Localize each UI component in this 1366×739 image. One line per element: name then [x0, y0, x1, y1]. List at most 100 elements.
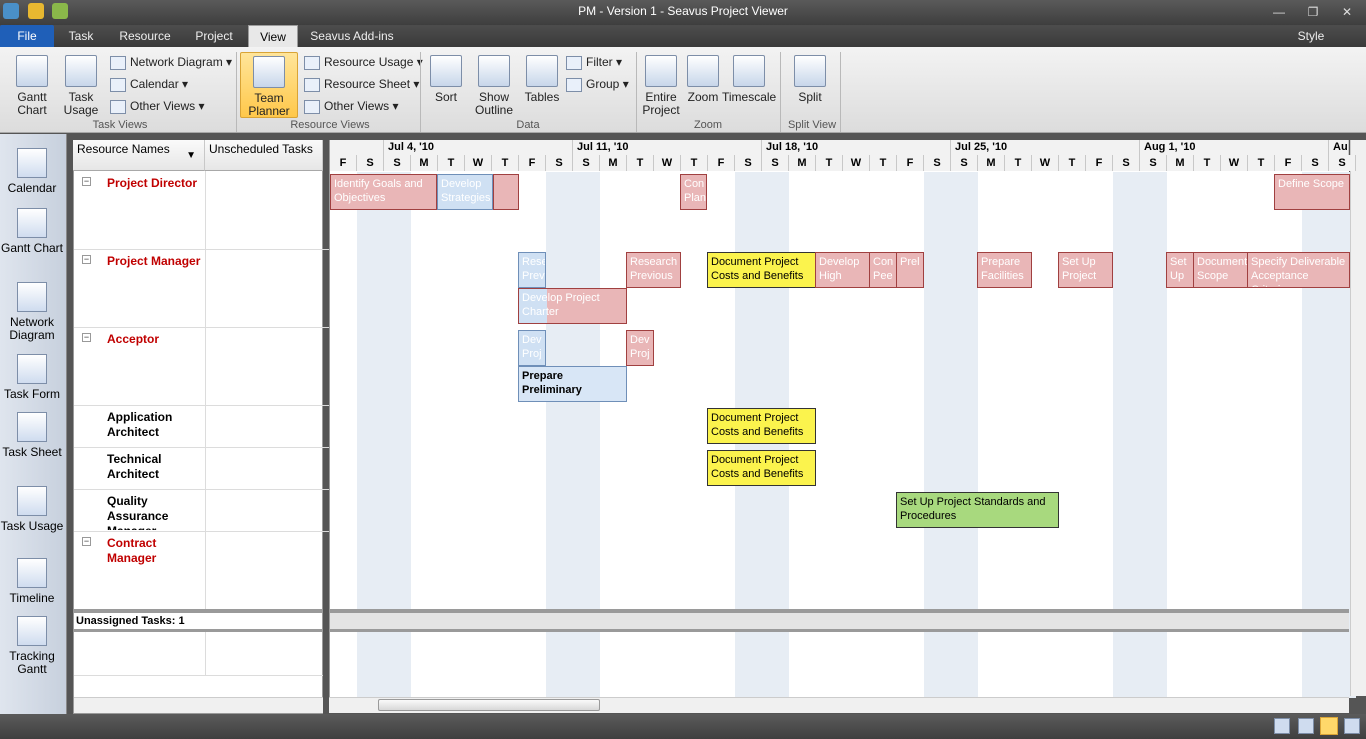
task-usage-icon — [65, 55, 97, 87]
tables-button[interactable]: Tables — [522, 55, 562, 104]
timescale-button[interactable]: Timescale — [722, 55, 776, 104]
zoom-button[interactable]: Zoom — [684, 55, 722, 104]
task-bar[interactable]: Set Up Project Standards and Procedures — [896, 492, 1059, 528]
viewbar-timeline[interactable]: Timeline — [0, 558, 64, 605]
viewbar-task-usage[interactable]: Task Usage — [0, 486, 64, 533]
tab-project[interactable]: Project — [184, 25, 244, 47]
task-bar[interactable]: Define Scope — [1274, 174, 1350, 210]
task-usage-button[interactable]: Task Usage — [58, 55, 104, 117]
resource-application-architect[interactable]: Application Architect — [107, 410, 197, 440]
resource-contract-manager[interactable]: Contract Manager — [107, 536, 203, 566]
entire-project-button[interactable]: Entire Project — [640, 55, 682, 117]
team-planner-button[interactable]: Team Planner — [240, 52, 298, 118]
splitter[interactable] — [74, 609, 323, 613]
day-header: T — [492, 155, 519, 171]
close-icon[interactable]: ✕ — [1336, 3, 1358, 21]
resource-project-manager[interactable]: Project Manager — [107, 254, 203, 269]
resource-sheet-icon — [304, 77, 320, 92]
task-bar[interactable]: Dev Proj — [626, 330, 654, 366]
collapse-icon[interactable]: − — [82, 177, 91, 186]
viewbar-task-sheet[interactable]: Task Sheet — [0, 412, 64, 459]
tab-file[interactable]: File — [0, 25, 54, 47]
task-bar[interactable]: Set Up — [1166, 252, 1194, 288]
day-header: S — [573, 155, 600, 171]
collapse-icon[interactable]: − — [82, 255, 91, 264]
sort-button[interactable]: Sort — [426, 55, 466, 104]
group-label-resource-views: Resource Views — [290, 119, 370, 131]
calendar-button[interactable]: Calendar ▾ — [110, 75, 188, 93]
window-title: PM - Version 1 - Seavus Project Viewer — [578, 4, 788, 18]
task-bar[interactable]: Prel — [896, 252, 924, 288]
task-bar[interactable]: Identify Goals and Objectives — [330, 174, 437, 210]
task-bar[interactable]: Con Pee — [869, 252, 897, 288]
task-bar[interactable]: Document Project Costs and Benefits — [707, 408, 816, 444]
col-header-unscheduled[interactable]: Unscheduled Tasks — [205, 140, 323, 171]
task-bar[interactable]: Prepare Facilities — [977, 252, 1032, 288]
gantt-vscrollbar[interactable] — [1350, 140, 1366, 696]
splitter[interactable] — [74, 629, 323, 632]
day-header: F — [1086, 155, 1113, 171]
viewbar-calendar[interactable]: Calendar — [0, 148, 64, 195]
tab-task[interactable]: Task — [56, 25, 106, 47]
other-resource-views-button[interactable]: Other Views ▾ — [304, 97, 399, 115]
viewbar-gantt-chart[interactable]: Gantt Chart — [0, 208, 64, 255]
task-usage-shortcut-icon[interactable] — [1298, 718, 1314, 734]
minimize-icon[interactable]: — — [1268, 3, 1290, 21]
calendar-icon — [110, 77, 126, 92]
viewbar-label: Network Diagram — [9, 315, 55, 342]
viewbar-network-diagram[interactable]: Network Diagram — [0, 282, 64, 342]
task-bar[interactable]: Set Up Project — [1058, 252, 1113, 288]
day-header: F — [708, 155, 735, 171]
splitter[interactable] — [330, 629, 1349, 632]
task-bar[interactable]: Document Scope — [1193, 252, 1248, 288]
tab-view[interactable]: View — [248, 25, 298, 47]
show-outline-button[interactable]: Show Outline — [466, 55, 522, 117]
sheet-hscrollbar[interactable] — [74, 697, 323, 713]
task-bar[interactable] — [493, 174, 519, 210]
gantt-chart-button[interactable]: Gantt Chart — [8, 55, 56, 117]
col-header-resource-names[interactable]: Resource Names ▼ — [73, 140, 205, 171]
resource-qa-manager[interactable]: Quality Assurance Manager — [107, 494, 197, 530]
viewbar-task-form[interactable]: Task Form — [0, 354, 64, 401]
task-bar[interactable]: Research Previous — [626, 252, 681, 288]
zoom-label: Zoom — [687, 90, 719, 104]
restore-icon[interactable]: ❐ — [1302, 3, 1324, 21]
gantt-view-shortcut-icon[interactable] — [1274, 718, 1290, 734]
group-icon — [566, 77, 582, 92]
resource-technical-architect[interactable]: Technical Architect — [107, 452, 197, 482]
task-bar[interactable]: Document Project Costs and Benefits — [707, 450, 816, 486]
task-bar[interactable]: Prepare Preliminary — [518, 366, 627, 402]
resource-sheet-shortcut-icon[interactable] — [1344, 718, 1360, 734]
style-menu[interactable]: Style — [1296, 25, 1326, 47]
filter-icon — [566, 55, 582, 70]
task-bar[interactable]: Con Plan — [680, 174, 707, 210]
resource-acceptor[interactable]: Acceptor — [107, 332, 203, 347]
other-task-views-button[interactable]: Other Views ▾ — [110, 97, 205, 115]
split-button[interactable]: Split — [790, 55, 830, 104]
tab-seavus-addins[interactable]: Seavus Add-ins — [302, 25, 402, 47]
task-bar[interactable]: Rese Prev — [518, 252, 546, 288]
day-header: T — [438, 155, 465, 171]
task-bar[interactable]: Develop High — [815, 252, 870, 288]
task-bar[interactable]: Develop Project Charter — [518, 288, 627, 324]
other-views-icon — [110, 99, 126, 114]
group-dropdown[interactable]: Group ▾ — [566, 75, 629, 93]
tab-resource[interactable]: Resource — [110, 25, 180, 47]
split-label: Split — [798, 90, 822, 104]
network-diagram-button[interactable]: Network Diagram ▾ — [110, 53, 232, 71]
resource-sheet-button[interactable]: Resource Sheet ▾ — [304, 75, 419, 93]
resource-project-director[interactable]: Project Director — [107, 176, 203, 191]
resource-usage-button[interactable]: Resource Usage ▾ — [304, 53, 423, 71]
task-bar[interactable]: Specify Deliverable Acceptance Criteria — [1247, 252, 1350, 288]
task-bar[interactable]: Develop Strategies — [437, 174, 493, 210]
filter-dropdown[interactable]: Filter ▾ — [566, 53, 622, 71]
viewbar-tracking-gantt[interactable]: Tracking Gantt — [0, 616, 64, 676]
team-planner-shortcut-icon[interactable] — [1320, 717, 1338, 735]
hscroll-thumb[interactable] — [378, 699, 600, 711]
collapse-icon[interactable]: − — [82, 537, 91, 546]
day-header: S — [384, 155, 411, 171]
collapse-icon[interactable]: − — [82, 333, 91, 342]
task-bar[interactable]: Document Project Costs and Benefits — [707, 252, 816, 288]
status-bar — [0, 714, 1366, 739]
task-bar[interactable]: Dev Proj — [518, 330, 546, 366]
